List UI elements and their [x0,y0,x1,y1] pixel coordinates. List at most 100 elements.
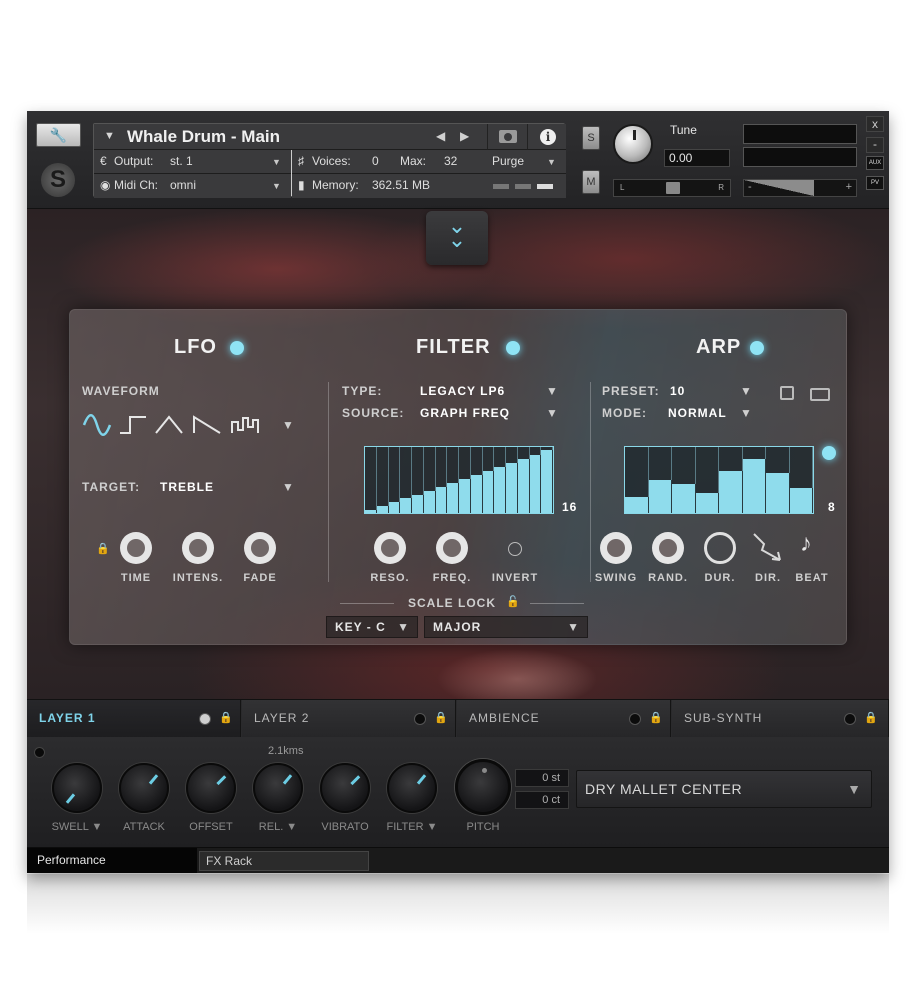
arp-preset-value[interactable]: 10 [670,384,685,398]
arp-step-bar[interactable] [766,473,790,513]
release-label[interactable]: REL. ▼ [243,821,313,833]
arp-step-bar[interactable] [790,488,814,513]
filter-step-column[interactable] [377,447,389,513]
articulation-dropdown[interactable]: DRY MALLET CENTER ▼ [576,770,872,808]
lock-icon[interactable]: 🔒 [649,711,663,724]
offset-knob[interactable] [186,763,236,813]
chevron-down-icon[interactable]: ▼ [104,130,115,142]
filter-source-value[interactable]: GRAPH FREQ [420,406,510,420]
arp-enable-led[interactable] [750,341,764,355]
lock-icon[interactable]: 🔓 [506,595,520,608]
semitone-field[interactable]: 0 st [515,769,569,787]
lfo-enable-led[interactable] [230,341,244,355]
filter-step-column[interactable] [365,447,377,513]
snapshot-button[interactable] [487,124,527,150]
filter-enable-led[interactable] [506,341,520,355]
layer-enable-toggle[interactable] [629,713,641,725]
filter-step-bar[interactable] [459,479,471,513]
square-wave-icon[interactable] [118,414,148,436]
filter-step-bar[interactable] [436,487,448,513]
filter-step-bar[interactable] [424,491,436,513]
filter-step-bar[interactable] [365,510,377,513]
tab-layer-2[interactable]: LAYER 2 🔒 [242,700,456,738]
filter-step-bar[interactable] [389,502,401,513]
chevron-down-icon[interactable]: ▼ [546,384,558,398]
lfo-time-knob[interactable] [120,532,152,564]
cent-field[interactable]: 0 ct [515,791,569,809]
arp-mode-value[interactable]: NORMAL [668,406,727,420]
pan-slider[interactable]: L R [613,179,731,197]
sine-wave-icon[interactable] [82,414,112,436]
arp-dur-knob[interactable] [704,532,736,564]
chevron-down-icon[interactable]: ▼ [282,480,294,494]
arp-graph-led[interactable] [822,446,836,460]
volume-slider[interactable]: - + [743,179,857,197]
output-selector[interactable]: € Output: st. 1 ▼ [94,150,291,174]
lock-icon[interactable]: 🔒 [96,542,110,555]
layer-enable-toggle[interactable] [199,713,211,725]
target-value[interactable]: TREBLE [160,480,214,494]
pv-button[interactable]: PV [866,176,884,190]
filter-step-bar[interactable] [518,459,530,513]
tune-knob[interactable] [613,124,653,164]
arp-step-graph[interactable] [624,446,814,514]
wrench-icon[interactable]: 🔧 [36,123,81,147]
chevron-down-icon[interactable]: ▼ [740,384,752,398]
release-knob[interactable] [253,763,303,813]
close-button[interactable]: x [866,116,884,132]
chevron-down-icon[interactable]: ▼ [546,406,558,420]
waveform-dropdown-icon[interactable]: ▼ [282,418,294,432]
filter-step-bar[interactable] [494,467,506,513]
filter-step-bar[interactable] [377,506,389,513]
chevron-down-icon[interactable]: ▼ [740,406,752,420]
purge-menu[interactable]: Purge ▼ [487,150,566,174]
invert-toggle[interactable] [508,542,522,556]
tab-layer-1[interactable]: LAYER 1 🔒 [27,700,241,738]
filter-label[interactable]: FILTER ▼ [377,821,447,833]
midi-channel-selector[interactable]: ◉ Midi Ch: omni ▼ [94,174,291,198]
layer-enable-toggle[interactable] [844,713,856,725]
filter-step-bar[interactable] [412,495,424,513]
save-icon[interactable] [780,386,794,400]
lock-icon[interactable]: 🔒 [864,711,878,724]
arp-step-bar[interactable] [743,459,767,513]
arp-step-bar[interactable] [672,484,696,513]
lfo-fade-knob[interactable] [244,532,276,564]
pitch-knob[interactable] [455,759,511,815]
folder-icon[interactable] [810,388,830,401]
lock-icon[interactable]: 🔒 [434,711,448,724]
info-button[interactable]: i [527,124,566,150]
solo-button[interactable]: S [582,126,600,150]
arp-swing-knob[interactable] [600,532,632,564]
arp-step-bar[interactable] [719,471,743,513]
tune-value-field[interactable]: 0.00 [664,149,730,167]
aux-button[interactable]: AUX [866,156,884,170]
triangle-wave-icon[interactable] [154,414,184,436]
mute-button[interactable]: M [582,170,600,194]
attack-knob[interactable] [119,763,169,813]
tab-sub-synth[interactable]: SUB-SYNTH 🔒 [672,700,889,738]
pan-handle[interactable] [666,182,680,194]
random-wave-icon[interactable] [230,414,260,436]
minimize-button[interactable]: - [866,137,884,153]
arp-step-bar[interactable] [696,493,720,513]
collapse-button[interactable]: ⌄⌄ [426,211,488,265]
filter-step-bar[interactable] [483,471,495,513]
key-dropdown[interactable]: KEY - C ▼ [326,616,418,638]
arp-step-bar[interactable] [625,497,649,513]
music-note-icon[interactable]: ♪ [800,530,812,558]
tab-fx-rack[interactable]: FX Rack [199,851,369,871]
filter-step-bar[interactable] [447,483,459,513]
scale-dropdown[interactable]: MAJOR ▼ [424,616,588,638]
max-voices-value[interactable]: 32 [444,154,457,168]
prev-instrument-icon[interactable]: ◀ [436,129,445,143]
vibrato-knob[interactable] [320,763,370,813]
filter-freq-knob[interactable] [436,532,468,564]
instrument-title[interactable]: Whale Drum - Main [127,127,280,147]
swell-knob[interactable] [52,763,102,813]
saw-wave-icon[interactable] [192,414,222,436]
arp-step-bar[interactable] [649,480,673,513]
filter-step-bar[interactable] [471,475,483,513]
filter-type-value[interactable]: LEGACY LP6 [420,384,505,398]
tab-performance[interactable]: Performance [27,848,197,873]
